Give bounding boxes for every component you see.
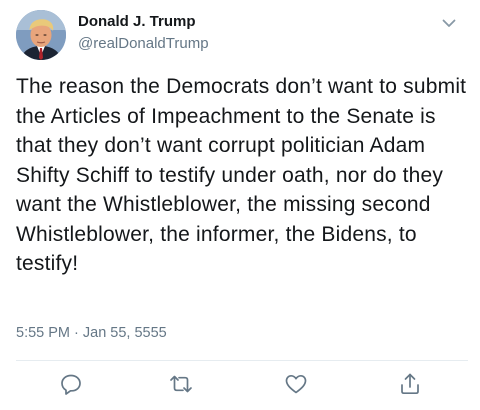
tweet-card: Donald J. Trump @realDonaldTrump The rea…: [0, 0, 480, 410]
heart-icon: [285, 374, 307, 394]
tweet-timestamp[interactable]: 5:55 PM · Jan 55, 5555: [16, 325, 167, 341]
tweet-text: The reason the Democrats don’t want to s…: [16, 75, 467, 275]
chevron-down-icon[interactable]: [438, 12, 460, 34]
avatar-image: [16, 10, 66, 60]
divider: [16, 360, 468, 361]
share-icon: [401, 373, 419, 395]
avatar[interactable]: [16, 10, 66, 60]
reply-icon: [61, 374, 81, 395]
like-button[interactable]: [283, 371, 309, 397]
retweet-button[interactable]: [168, 371, 194, 397]
user-handle[interactable]: @realDonaldTrump: [78, 35, 209, 52]
display-name[interactable]: Donald J. Trump: [78, 13, 196, 30]
retweet-icon: [170, 375, 192, 393]
reply-button[interactable]: [58, 371, 84, 397]
share-button[interactable]: [397, 371, 423, 397]
